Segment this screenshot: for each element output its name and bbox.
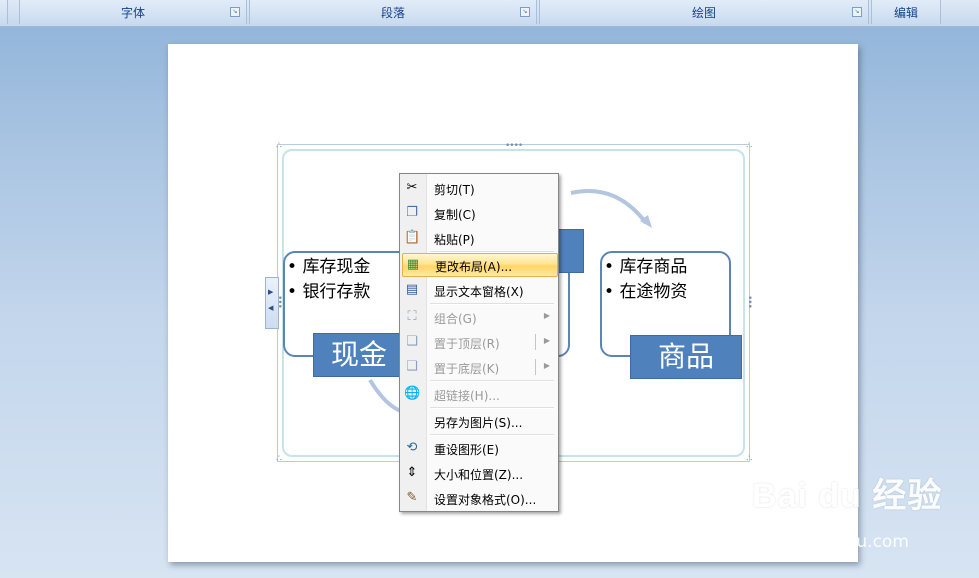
send-to-back-icon: ❑: [406, 359, 418, 374]
bullet-item: 库存现金: [287, 255, 370, 280]
baidu-jingyan-watermark: Bai du 经验 jingyan.baidu.com: [752, 468, 943, 552]
submenu-arrow-icon: ▶: [543, 361, 550, 370]
menu-item-format-object[interactable]: ✎ 设置对象格式(O)...: [402, 487, 556, 509]
bring-to-front-icon: ❏: [406, 334, 418, 349]
scissors-icon: ✂: [406, 180, 418, 195]
menu-item-size-position[interactable]: ⇕ 大小和位置(Z)...: [402, 462, 556, 484]
menu-item-send-to-back[interactable]: ❑ 置于底层(K) ▶: [402, 356, 556, 378]
watermark-logo: Bai du 经验: [752, 477, 943, 515]
menu-item-hyperlink[interactable]: 🌐 超链接(H)...: [402, 383, 556, 405]
paste-icon: 📋: [404, 230, 421, 245]
cycle-arrow-top: [570, 189, 648, 225]
menu-item-copy[interactable]: ❐ 复制(C): [402, 202, 556, 224]
node-right-bullets: 库存商品 在途物资: [604, 255, 687, 305]
change-layout-icon: ▦: [406, 257, 420, 272]
expand-arrow-icon: ▶: [268, 288, 274, 296]
ribbon-group-editing[interactable]: 编辑: [871, 0, 941, 24]
menu-separator: [430, 434, 554, 436]
group-icon: ⛶: [407, 309, 417, 324]
menu-item-paste[interactable]: 📋 粘贴(P): [402, 227, 556, 249]
submenu-arrow-icon: ▶: [543, 311, 550, 320]
split-divider: [535, 359, 536, 375]
font-dialog-launcher-icon[interactable]: ↘: [230, 7, 240, 17]
ribbon-group-font-label: 字体: [120, 6, 145, 20]
menu-item-group[interactable]: ⛶ 组合(G) ▶: [402, 306, 556, 328]
menu-separator: [430, 303, 554, 305]
ribbon-group-drawing-label: 绘图: [691, 6, 716, 20]
collapse-arrow-icon: ◀: [268, 304, 274, 312]
node-right-label[interactable]: 商品: [630, 335, 742, 379]
bullet-item: 库存商品: [604, 255, 687, 280]
format-object-icon: ✎: [406, 490, 418, 505]
watermark-url: jingyan.baidu.com: [752, 532, 909, 552]
ribbon-group-drawing[interactable]: 绘图 ↘: [539, 0, 869, 24]
node-left-bullets: 库存现金 银行存款: [287, 255, 370, 305]
menu-item-show-text-pane[interactable]: ▤ 显示文本窗格(X): [402, 279, 556, 301]
split-divider: [535, 334, 536, 350]
menu-item-reset-graphic[interactable]: ⟲ 重设图形(E): [402, 437, 556, 459]
ribbon-group-bar: 字体 ↘ 段落 ↘ 绘图 ↘ 编辑: [0, 0, 979, 27]
bullet-item: 银行存款: [287, 280, 370, 305]
menu-item-change-layout[interactable]: ▦ 更改布局(A)...: [402, 253, 558, 277]
ribbon-group-editing-label: 编辑: [893, 6, 918, 20]
ribbon-group-edge: [0, 0, 8, 24]
node-left-label[interactable]: 现金: [313, 333, 405, 377]
menu-separator: [430, 380, 554, 382]
hyperlink-icon: 🌐: [404, 386, 421, 401]
copy-icon: ❐: [406, 205, 418, 220]
ribbon-group-font[interactable]: 字体 ↘: [19, 0, 247, 24]
menu-item-cut[interactable]: ✂ 剪切(T): [402, 177, 556, 199]
reset-graphic-icon: ⟲: [406, 440, 418, 455]
context-menu[interactable]: ✂ 剪切(T) ❐ 复制(C) 📋 粘贴(P) ▦ 更改布局(A)... ▤ 显…: [399, 173, 559, 512]
submenu-arrow-icon: ▶: [543, 336, 550, 345]
ribbon-group-paragraph[interactable]: 段落 ↘: [249, 0, 537, 24]
ribbon-group-paragraph-label: 段落: [380, 6, 405, 20]
bullet-item: 在途物资: [604, 280, 687, 305]
menu-item-save-as-picture[interactable]: 另存为图片(S)...: [402, 410, 556, 432]
text-pane-icon: ▤: [405, 282, 419, 297]
menu-separator: [430, 407, 554, 409]
size-position-icon: ⇕: [406, 465, 418, 480]
paragraph-dialog-launcher-icon[interactable]: ↘: [520, 7, 530, 17]
drawing-dialog-launcher-icon[interactable]: ↘: [852, 7, 862, 17]
menu-item-bring-to-front[interactable]: ❏ 置于顶层(R) ▶: [402, 331, 556, 353]
text-pane-toggle[interactable]: ▶ ◀: [265, 277, 279, 329]
